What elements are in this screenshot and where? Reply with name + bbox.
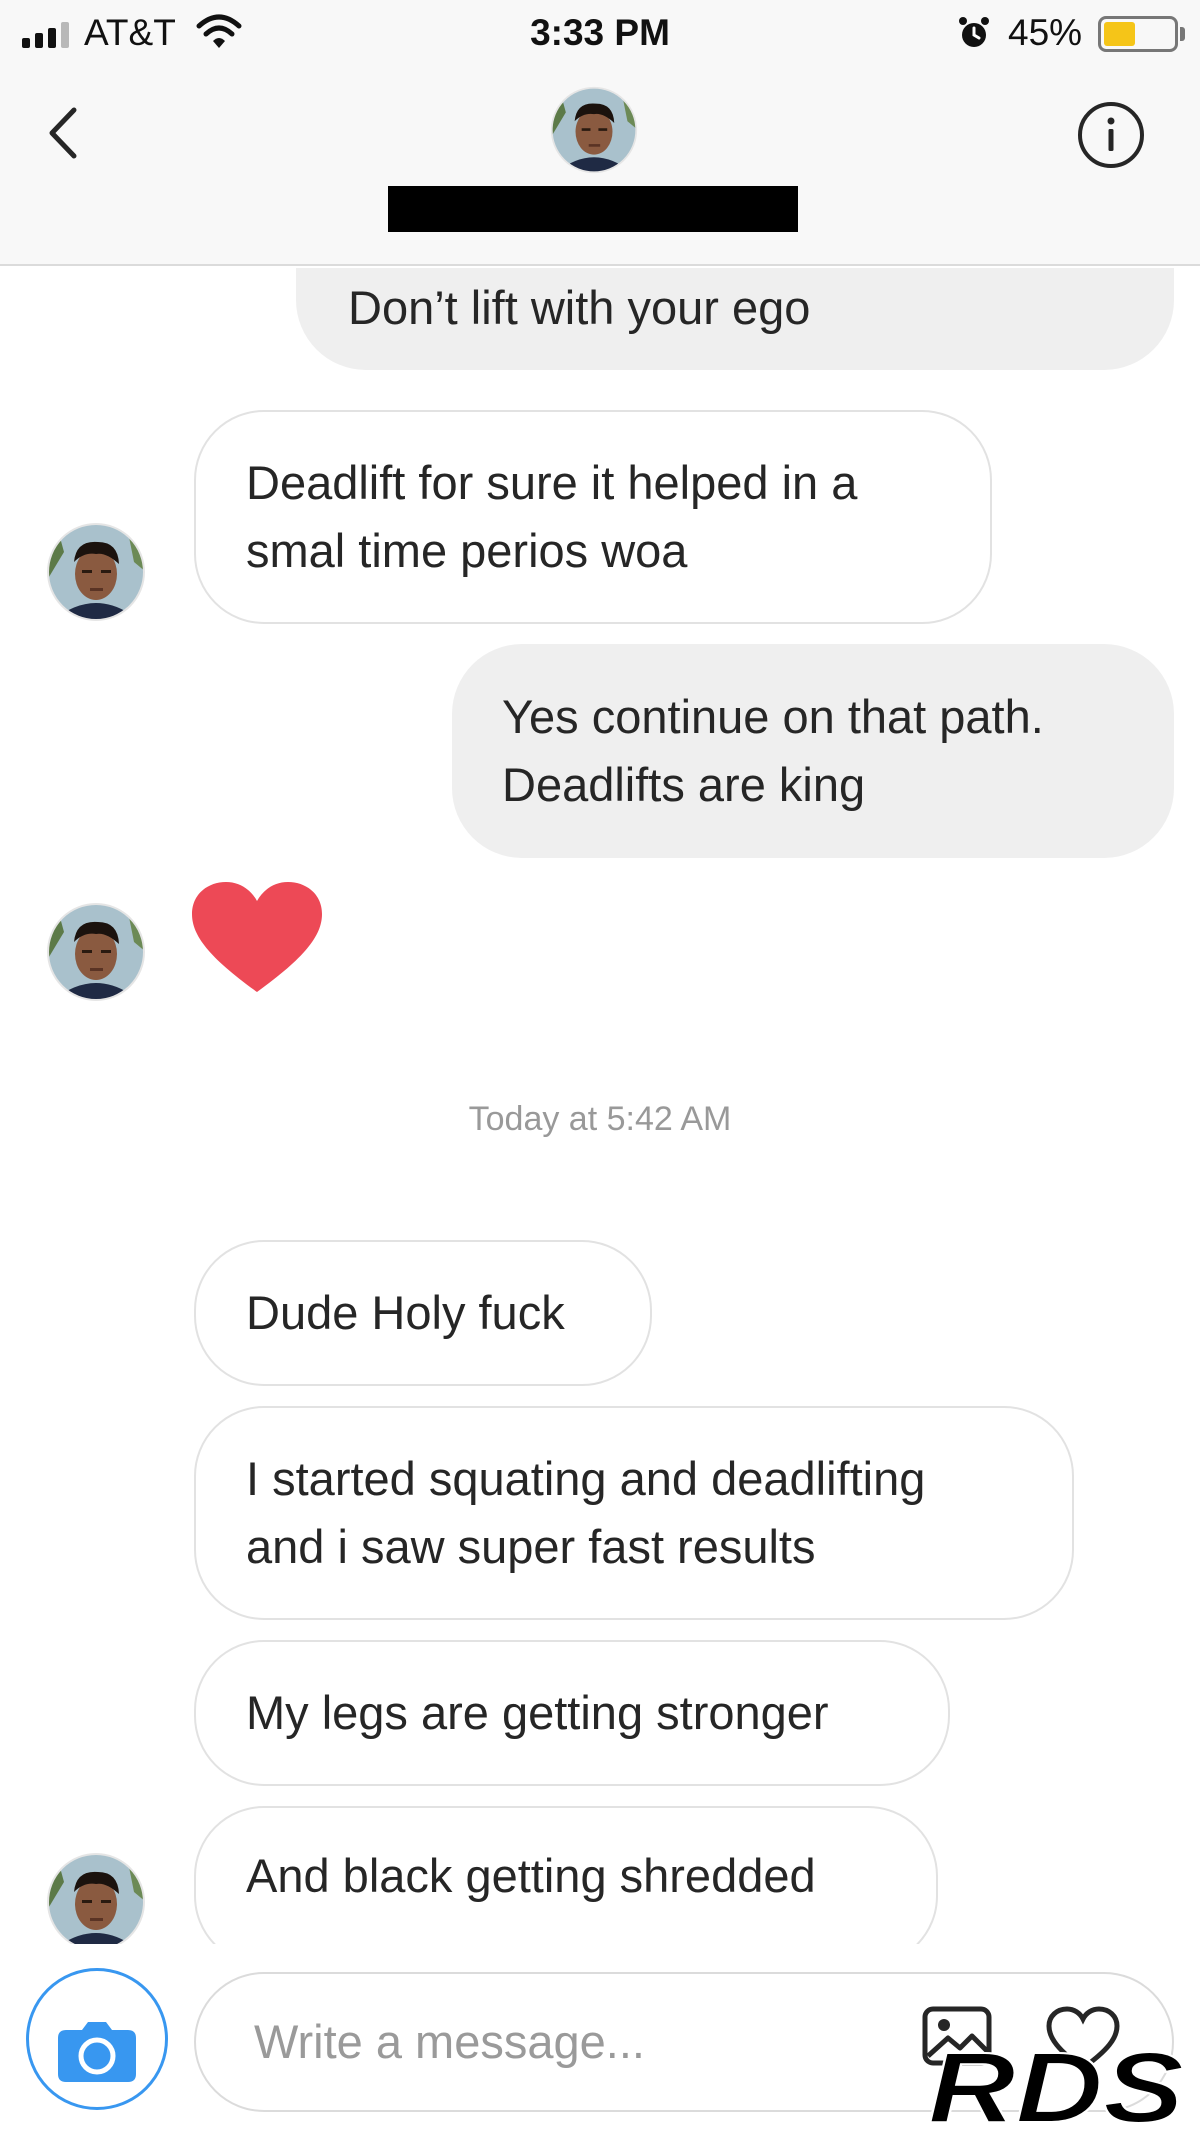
sender-avatar[interactable] — [46, 902, 146, 1007]
incoming-message[interactable]: Deadlift for sure it helped in a smal ti… — [194, 410, 992, 624]
sender-avatar[interactable] — [46, 1852, 146, 1944]
message-text: Deadlift for sure it helped in a smal ti… — [246, 456, 858, 577]
battery-level-fill — [1104, 22, 1135, 46]
contact-avatar[interactable] — [550, 86, 638, 174]
sender-avatar[interactable] — [46, 522, 146, 627]
message-input[interactable] — [254, 2010, 894, 2072]
avatar-image — [46, 902, 146, 1002]
battery-nub — [1180, 27, 1185, 41]
outgoing-message[interactable]: Don’t lift with your ego — [296, 268, 1174, 370]
avatar-image — [46, 522, 146, 622]
outgoing-message[interactable]: Yes continue on that path. Deadlifts are… — [452, 644, 1174, 858]
message-text: My legs are getting stronger — [246, 1686, 829, 1739]
chevron-left-icon[interactable] — [40, 98, 90, 168]
battery-icon — [1098, 16, 1178, 52]
message-text: And black getting shredded — [246, 1849, 816, 1902]
incoming-message[interactable]: And black getting shredded — [194, 1806, 938, 1944]
conversation-header — [0, 66, 1200, 266]
incoming-message[interactable]: Dude Holy fuck — [194, 1240, 652, 1386]
message-text: Don’t lift with your ego — [348, 281, 811, 334]
watermark-logo: RDS — [927, 2040, 1185, 2132]
contact-name-redacted — [388, 186, 798, 232]
avatar-image — [46, 1852, 146, 1944]
watermark-text: RDS — [928, 2040, 1184, 2132]
message-timestamp: Today at 5:42 AM — [468, 1100, 732, 1138]
message-list[interactable]: Don’t lift with your ego Deadlift for su… — [0, 268, 1200, 1944]
info-icon[interactable] — [1076, 100, 1146, 170]
camera-icon[interactable] — [56, 2018, 138, 2084]
alarm-icon — [959, 17, 989, 47]
status-bar: AT&T 3:33 PM 45% — [0, 0, 1200, 66]
message-text: Yes continue on that path. Deadlifts are… — [502, 690, 1044, 811]
message-text: Dude Holy fuck — [246, 1286, 565, 1339]
incoming-message[interactable]: I started squating and deadlifting and i… — [194, 1406, 1074, 1620]
heart-icon[interactable] — [190, 880, 324, 998]
battery-percentage: 45% — [1008, 12, 1083, 53]
incoming-message[interactable]: My legs are getting stronger — [194, 1640, 950, 1786]
message-text: I started squating and deadlifting and i… — [246, 1452, 926, 1573]
